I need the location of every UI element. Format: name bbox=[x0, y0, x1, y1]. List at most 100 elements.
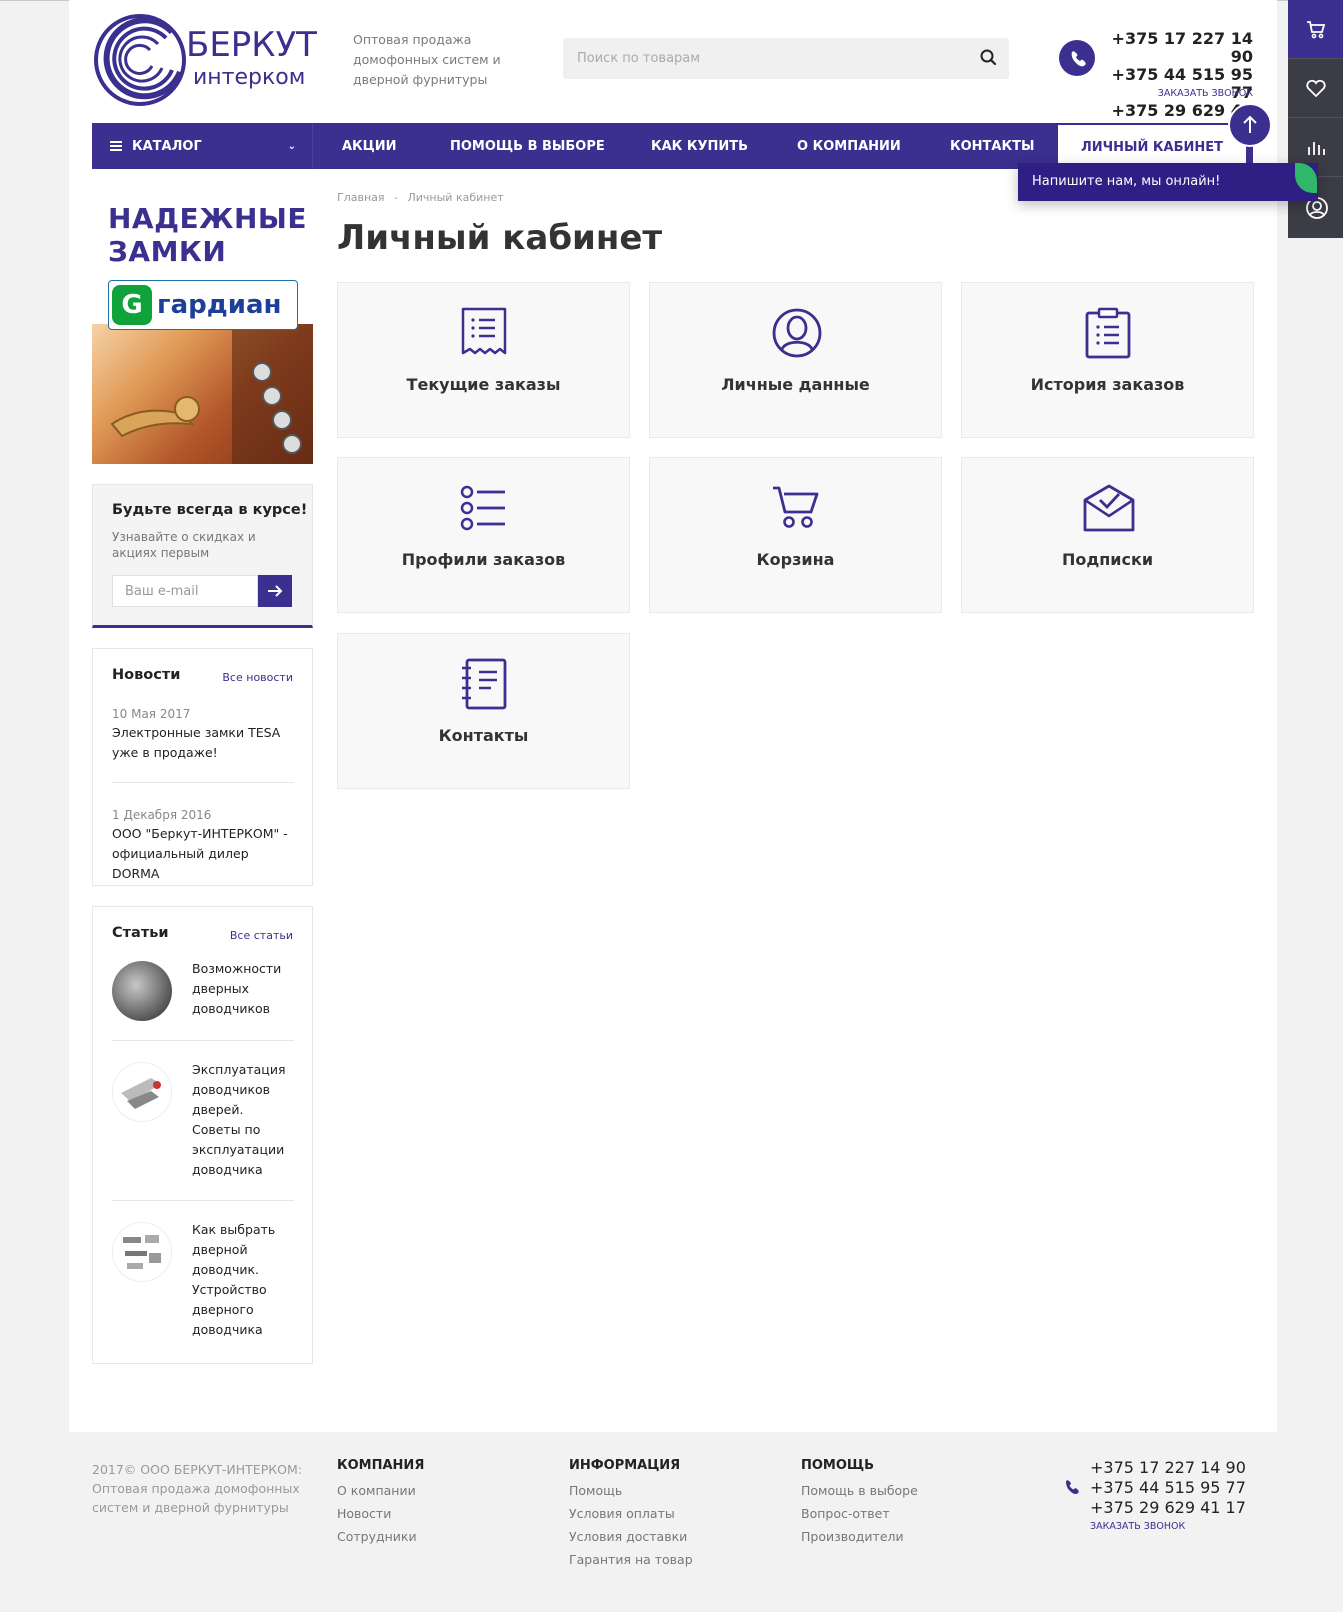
article-title[interactable]: Как выбрать дверной доводчик. Устройство… bbox=[192, 1220, 294, 1340]
search-icon[interactable] bbox=[979, 48, 999, 68]
logo-swirl-icon bbox=[94, 14, 186, 106]
email-field[interactable] bbox=[112, 575, 258, 607]
card-contacts[interactable]: Контакты bbox=[337, 633, 630, 789]
footer-column-title[interactable]: ИНФОРМАЦИЯ bbox=[569, 1458, 693, 1473]
phone-number[interactable]: +375 17 227 14 90 bbox=[1100, 30, 1253, 66]
breadcrumb: Главная - Личный кабинет bbox=[337, 191, 510, 204]
footer-link[interactable]: Условия оплаты bbox=[569, 1502, 693, 1525]
banner-title: НАДЕЖНЫЕ ЗАМКИ bbox=[108, 202, 308, 268]
breadcrumb-current: Личный кабинет bbox=[407, 191, 504, 204]
sidebar-cart-button[interactable] bbox=[1288, 0, 1343, 59]
breadcrumb-home[interactable]: Главная bbox=[337, 191, 385, 204]
nav-item-help[interactable]: ПОМОЩЬ В ВЫБОРЕ bbox=[450, 123, 605, 169]
card-label: Профили заказов bbox=[401, 550, 566, 569]
news-item[interactable]: 10 Мая 2017 Электронные замки TESA уже в… bbox=[112, 705, 294, 763]
card-cart[interactable]: Корзина bbox=[649, 457, 942, 613]
article-thumbnail[interactable] bbox=[112, 1062, 172, 1122]
heart-icon bbox=[1306, 79, 1326, 98]
divider bbox=[112, 1200, 294, 1201]
nav-item-about[interactable]: О КОМПАНИИ bbox=[797, 123, 901, 169]
scroll-up-button[interactable] bbox=[1228, 103, 1272, 147]
article-thumbnail[interactable] bbox=[112, 1222, 172, 1282]
phone-icon[interactable] bbox=[1059, 40, 1095, 76]
chevron-down-icon: ⌄ bbox=[287, 141, 296, 152]
articles-panel: Статьи Все статьи Возможности дверных до… bbox=[92, 906, 313, 1364]
news-date: 1 Декабря 2016 bbox=[112, 808, 212, 822]
all-news-link[interactable]: Все новости bbox=[222, 671, 293, 684]
nav-item-promos[interactable]: АКЦИИ bbox=[342, 123, 397, 169]
article-item[interactable]: Возможности дверных доводчиков bbox=[112, 959, 294, 1049]
news-panel: Новости Все новости 10 Мая 2017 Электрон… bbox=[92, 648, 313, 886]
footer-link[interactable]: Сотрудники bbox=[337, 1525, 424, 1548]
chat-popup[interactable]: Напишите нам, мы онлайн! bbox=[1018, 163, 1318, 201]
chart-icon bbox=[1308, 142, 1325, 155]
logo-subtext[interactable]: интерком bbox=[193, 66, 305, 90]
divider bbox=[112, 1040, 294, 1041]
sidebar-favorites-button[interactable] bbox=[1288, 59, 1343, 118]
phone-number[interactable]: +375 44 515 95 77 bbox=[1090, 1478, 1246, 1498]
phone-number[interactable]: +375 29 629 41 17 bbox=[1090, 1498, 1246, 1518]
phone-icon bbox=[1066, 1480, 1079, 1495]
footer-link[interactable]: О компании bbox=[337, 1479, 424, 1502]
footer-column-title[interactable]: ПОМОЩЬ bbox=[801, 1458, 918, 1473]
footer-link[interactable]: Вопрос-ответ bbox=[801, 1502, 918, 1525]
footer-link[interactable]: Условия доставки bbox=[569, 1525, 693, 1548]
footer-column-information: ИНФОРМАЦИЯ Помощь Условия оплаты Условия… bbox=[569, 1458, 693, 1571]
card-order-history[interactable]: История заказов bbox=[961, 282, 1254, 438]
footer-link[interactable]: Помощь bbox=[569, 1479, 693, 1502]
article-item[interactable]: Как выбрать дверной доводчик. Устройство… bbox=[112, 1220, 294, 1360]
news-item[interactable]: 1 Декабря 2016 ООО "Беркут-ИНТЕРКОМ" - о… bbox=[112, 806, 294, 884]
gardian-logo: G гардиан bbox=[108, 280, 298, 330]
footer-link[interactable]: Новости bbox=[337, 1502, 424, 1525]
footer-column-company: КОМПАНИЯ О компании Новости Сотрудники bbox=[337, 1458, 424, 1548]
news-text[interactable]: Электронные замки TESA уже в продаже! bbox=[112, 723, 294, 763]
card-personal-data[interactable]: Личные данные bbox=[649, 282, 942, 438]
nav-catalog[interactable]: КАТАЛОГ ⌄ bbox=[92, 123, 313, 169]
card-label: Текущие заказы bbox=[406, 375, 561, 394]
page-title: Личный кабинет bbox=[337, 218, 663, 258]
footer-column-help: ПОМОЩЬ Помощь в выборе Вопрос-ответ Прои… bbox=[801, 1458, 918, 1548]
news-text[interactable]: ООО "Беркут-ИНТЕРКОМ" - официальный диле… bbox=[112, 824, 294, 884]
card-label: История заказов bbox=[1030, 375, 1185, 394]
sticky-sidebar bbox=[1288, 0, 1343, 238]
article-title[interactable]: Эксплуатация доводчиков дверей. Советы п… bbox=[192, 1060, 294, 1180]
news-title: Новости bbox=[112, 667, 181, 683]
nav-item-how-to-buy[interactable]: КАК КУПИТЬ bbox=[651, 123, 748, 169]
article-title[interactable]: Возможности дверных доводчиков bbox=[192, 959, 294, 1019]
footer-column-title[interactable]: КОМПАНИЯ bbox=[337, 1458, 424, 1473]
card-current-orders[interactable]: Текущие заказы bbox=[337, 282, 630, 438]
article-thumbnail[interactable] bbox=[112, 961, 172, 1021]
mail-icon bbox=[1083, 484, 1135, 532]
callback-link[interactable]: ЗАКАЗАТЬ ЗВОНОК bbox=[1100, 88, 1253, 99]
search-input[interactable] bbox=[563, 38, 963, 79]
banner-photo bbox=[92, 324, 313, 464]
article-item[interactable]: Эксплуатация доводчиков дверей. Советы п… bbox=[112, 1060, 294, 1200]
logo-text[interactable]: БЕРКУТ bbox=[186, 28, 317, 62]
card-label: Личные данные bbox=[721, 375, 870, 394]
burger-icon bbox=[110, 141, 122, 151]
phone-number[interactable]: +375 17 227 14 90 bbox=[1090, 1458, 1246, 1478]
footer-phones: +375 17 227 14 90 +375 44 515 95 77 +375… bbox=[1090, 1458, 1246, 1518]
breadcrumb-separator: - bbox=[394, 191, 398, 204]
search-bar bbox=[563, 38, 1009, 79]
arrow-right-icon bbox=[268, 585, 283, 597]
card-label: Контакты bbox=[438, 726, 529, 745]
footer-link[interactable]: Помощь в выборе bbox=[801, 1479, 918, 1502]
articles-title: Статьи bbox=[112, 925, 169, 941]
all-articles-link[interactable]: Все статьи bbox=[230, 929, 293, 942]
slogan: Оптовая продажа домофонных систем и двер… bbox=[353, 32, 501, 87]
divider bbox=[112, 782, 294, 783]
card-order-profiles[interactable]: Профили заказов bbox=[337, 457, 630, 613]
subscribe-button[interactable] bbox=[258, 575, 292, 607]
footer-copyright: 2017© ООО БЕРКУТ-ИНТЕРКОМ: Оптовая прода… bbox=[92, 1462, 302, 1515]
promo-banner[interactable]: НАДЕЖНЫЕ ЗАМКИ G гардиан bbox=[92, 194, 313, 464]
footer-link[interactable]: Производители bbox=[801, 1525, 918, 1548]
list-icon bbox=[460, 485, 505, 531]
arrow-up-icon bbox=[1243, 115, 1257, 133]
nav-catalog-label: КАТАЛОГ bbox=[132, 138, 202, 154]
subscribe-title: Будьте всегда в курсе! bbox=[112, 502, 308, 518]
footer-callback-link[interactable]: ЗАКАЗАТЬ ЗВОНОК bbox=[1090, 1521, 1185, 1532]
card-subscriptions[interactable]: Подписки bbox=[961, 457, 1254, 613]
footer-link[interactable]: Гарантия на товар bbox=[569, 1548, 693, 1571]
subscribe-desc: Узнавайте о скидках и акциях первым bbox=[112, 530, 256, 560]
